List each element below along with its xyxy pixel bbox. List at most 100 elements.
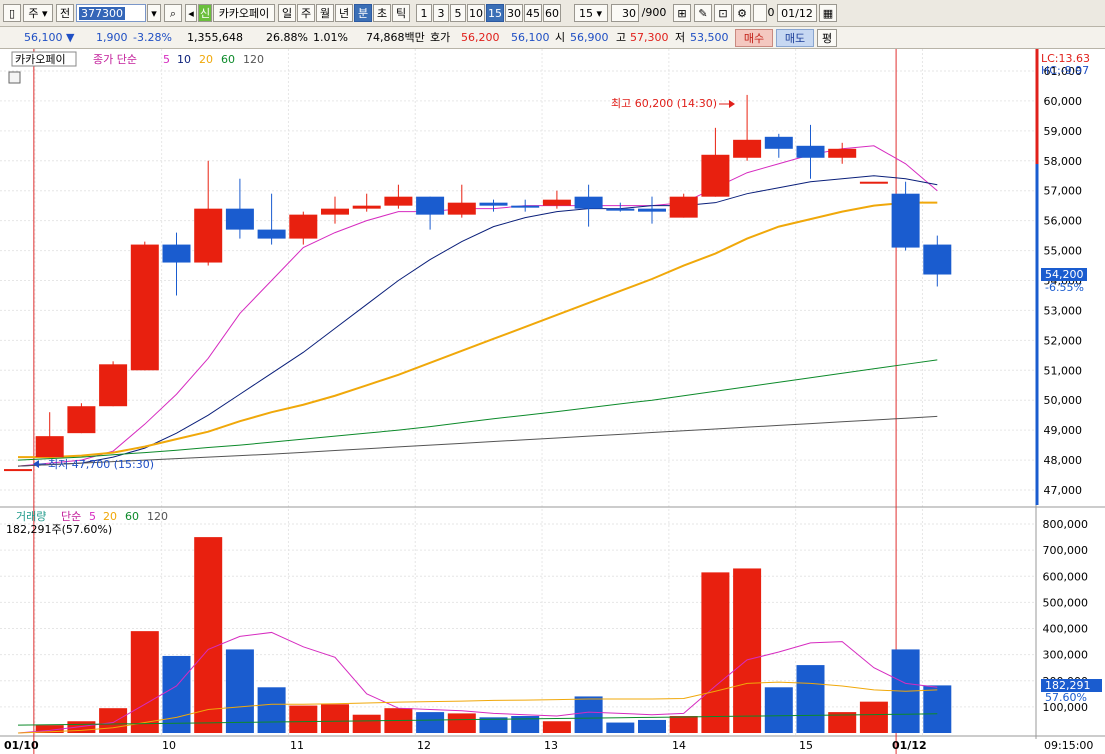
candle-body [542,199,571,206]
price-legend-20: 20 [199,53,213,66]
volume-bar [638,719,666,733]
interval-select[interactable]: 15 ▾ [574,4,608,22]
candle-body [99,364,128,407]
date-input[interactable]: 01/12 [777,4,817,22]
interval-button-1[interactable]: 1 [416,4,432,22]
window-icon[interactable]: ▯ [3,4,21,22]
candle-body [923,244,952,275]
price-tick-label: 52,000 [1044,334,1083,347]
grid-toggle-icon[interactable] [8,71,21,84]
market-select-label: 주 [28,7,39,20]
interval-button-30[interactable]: 30 [505,4,523,22]
period-button-2[interactable]: 월 [316,4,334,22]
gear-icon[interactable]: ⚙ [733,4,751,22]
stock-code-input[interactable]: 377300 [76,4,146,22]
volume-tick-label: 600,000 [1043,570,1089,583]
period-button-3[interactable]: 년 [335,4,353,22]
interval-button-3[interactable]: 3 [433,4,449,22]
draw-tool-icon[interactable]: ✎ [694,4,712,22]
interval-button-45[interactable]: 45 [524,4,542,22]
interval-button-5[interactable]: 5 [450,4,466,22]
down-arrow-icon: ▼ [66,31,75,44]
period-prefix[interactable]: 전 [56,4,74,22]
high-price: 57,300 [630,31,669,44]
stock-code-dropdown-icon[interactable]: ▾ [147,4,161,22]
chart-tool-icon[interactable]: ⊞ [673,4,691,22]
candle-body [67,406,96,434]
candle-body [828,148,857,158]
price-change: 1,900 [96,31,128,44]
price-legend-120: 120 [243,53,264,66]
candle-body [574,196,603,209]
market-select[interactable]: 주 ▾ [23,4,53,22]
period-button-5[interactable]: 초 [373,4,391,22]
extra-pct: 1.01% [313,31,348,44]
sell-button[interactable]: 매도 [776,29,814,47]
zoom-icon[interactable]: ⊡ [714,4,732,22]
candle-body [796,145,825,158]
current-price-tag-value: 54,200 [1045,268,1084,281]
volume-legend-name: 거래량 [16,510,46,523]
candle-body [194,208,223,263]
time-tick-label: 01/12 [892,739,927,752]
volume-tick-label: 800,000 [1043,518,1089,531]
period-button-1[interactable]: 주 [297,4,315,22]
new-listing-badge: 신 [198,4,212,22]
volume-bar [542,721,571,733]
volume-bar [574,696,603,733]
price-value: 56,100 [24,31,63,44]
interval-button-15[interactable]: 15 [486,4,504,22]
candle-body [384,196,413,206]
candle-body [162,244,191,263]
volume-bar [194,537,223,733]
price-tick-label: 47,000 [1044,484,1083,497]
candle-body [764,136,793,149]
chart-area[interactable]: 47,000 48,000 49,000 50,000 51,000 52,000 53,0… [0,49,1105,754]
high-label: 고 [616,31,627,44]
volume-bar [796,665,825,733]
volume-bar [606,722,635,733]
candle-body [225,208,254,230]
count-total: /900 [641,6,667,19]
volume: 1,355,648 [187,31,243,44]
period-button-4[interactable]: 분 [354,4,372,22]
period-button-0[interactable]: 일 [278,4,296,22]
volume-bar [321,704,349,733]
time-tick-label: 10 [162,739,176,752]
search-icon[interactable]: ⌕ [164,4,182,22]
time-label: 09:15:00 [1044,739,1093,752]
current-price: 56,100 ▼ [24,30,74,46]
stock-title: 카카오페이 [15,53,66,66]
candle-body [479,202,508,206]
checkbox[interactable] [753,4,767,22]
volume-bar [764,687,793,733]
stock-code-value: 377300 [79,7,125,20]
time-tick-label: 01/10 [4,739,39,752]
checkbox-label: 0 [767,6,775,19]
price-tick-label: 50,000 [1044,394,1083,407]
period-button-6[interactable]: 틱 [392,4,410,22]
volume-bar [859,701,888,733]
hc-label: HC:-9.97 [1041,64,1089,77]
interval-button-60[interactable]: 60 [543,4,561,22]
candle-body [257,229,286,239]
price-tick-label: 57,000 [1044,185,1083,198]
ask-label: 호가 [430,31,451,44]
candle-body [35,436,64,458]
candle-body [891,193,920,248]
prev-stock-icon[interactable]: ◂ [185,4,197,22]
buy-button[interactable]: 매수 [735,29,773,47]
low-price: 53,500 [690,31,729,44]
calendar-icon[interactable]: ▦ [819,4,837,22]
evaluate-button[interactable]: 평 [817,29,837,47]
interval-select-value: 15 [579,7,593,20]
price-tick-label: 58,000 [1044,155,1083,168]
candle-body [859,181,888,184]
count-input[interactable]: 30 [611,4,639,22]
price-tick-label: 55,000 [1044,245,1083,258]
low-label: 저 [675,31,686,44]
volume-bar [257,687,286,733]
interval-button-10[interactable]: 10 [467,4,485,22]
stock-name[interactable]: 카카오페이 [213,4,275,22]
price-legend-10: 10 [177,53,191,66]
